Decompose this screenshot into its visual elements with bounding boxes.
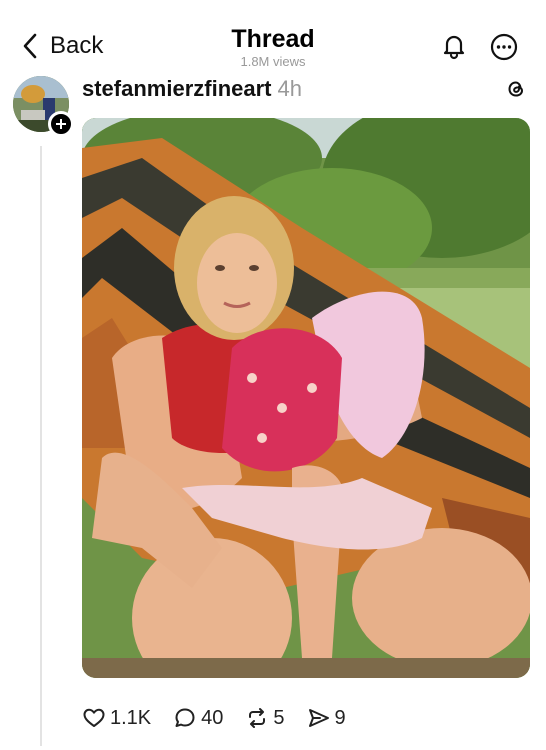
username[interactable]: stefanmierzfineart	[82, 76, 272, 101]
plus-icon	[56, 119, 66, 129]
more-icon[interactable]	[490, 33, 518, 61]
thread-line	[40, 146, 42, 746]
author-row: stefanmierzfineart 4h	[82, 74, 302, 104]
bell-icon[interactable]	[440, 32, 468, 60]
post-time: 4h	[277, 76, 302, 101]
share-count: 9	[334, 706, 346, 729]
post-photo	[82, 118, 530, 678]
page-title: Thread	[231, 25, 315, 53]
threads-logo-icon	[508, 81, 524, 97]
view-count: 1.8M views	[240, 54, 306, 69]
back-label: Back	[50, 32, 104, 59]
reply-count: 40	[201, 706, 224, 729]
follow-button[interactable]	[48, 111, 74, 137]
comment-icon	[175, 708, 195, 727]
repost-button[interactable]: 5	[245, 706, 285, 730]
share-button[interactable]: 9	[307, 706, 346, 730]
thread-screen: Back Thread 1.8M views stefanmierzfinear…	[0, 0, 546, 750]
back-button[interactable]: Back	[22, 30, 103, 62]
title-block: Thread 1.8M views	[173, 24, 373, 70]
repost-count: 5	[273, 706, 285, 729]
repost-icon	[249, 708, 266, 728]
action-bar: 1.1K 40 5 9	[82, 703, 368, 733]
like-count: 1.1K	[110, 706, 152, 729]
post-image[interactable]	[82, 118, 530, 678]
heart-icon	[83, 708, 105, 727]
header: Back Thread 1.8M views	[0, 0, 546, 72]
chevron-left-icon	[23, 33, 37, 59]
reply-button[interactable]: 40	[173, 706, 223, 730]
share-icon	[308, 709, 329, 727]
like-button[interactable]: 1.1K	[82, 706, 151, 730]
